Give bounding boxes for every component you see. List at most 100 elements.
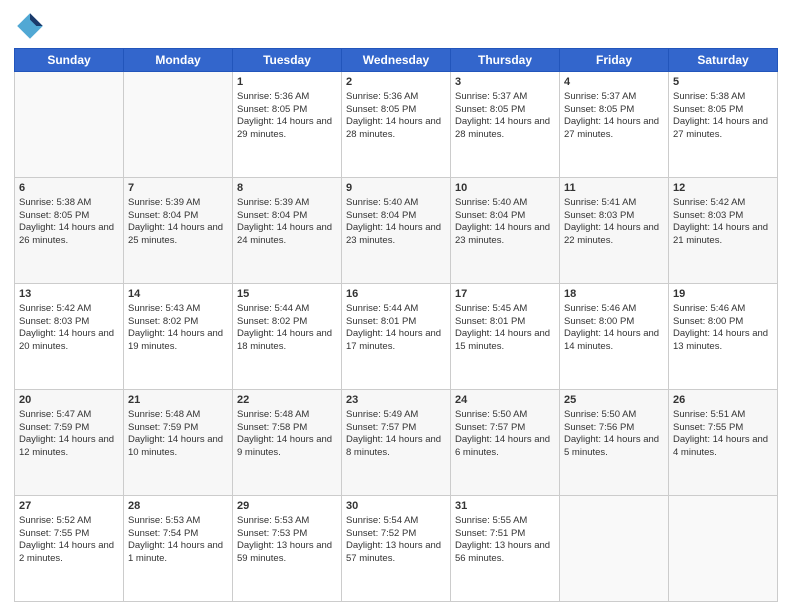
calendar-cell — [124, 72, 233, 178]
calendar-cell: 7Sunrise: 5:39 AMSunset: 8:04 PMDaylight… — [124, 178, 233, 284]
calendar-cell: 30Sunrise: 5:54 AMSunset: 7:52 PMDayligh… — [342, 496, 451, 602]
sunset-text: Sunset: 8:03 PM — [673, 210, 743, 221]
calendar-cell: 19Sunrise: 5:46 AMSunset: 8:00 PMDayligh… — [669, 284, 778, 390]
calendar-cell: 22Sunrise: 5:48 AM Sunset: 7:58 PMDayligh… — [233, 390, 342, 496]
calendar-cell: 21Sunrise: 5:48 AMSunset: 7:59 PMDayligh… — [124, 390, 233, 496]
daylight-text: Daylight: 14 hours and 28 minutes. — [346, 116, 441, 140]
day-number: 5 — [673, 75, 773, 90]
day-number: 4 — [564, 75, 664, 90]
day-number: 24 — [455, 393, 555, 408]
sunset-text: Sunset: 7:55 PM — [19, 528, 89, 539]
daylight-text: Daylight: 14 hours and 19 minutes. — [128, 328, 223, 352]
day-number: 6 — [19, 181, 119, 196]
sunrise-text: Sunrise: 5:44 AM — [237, 303, 309, 314]
sunrise-text: Sunrise: 5:47 AM — [19, 409, 91, 420]
day-number: 8 — [237, 181, 337, 196]
sunrise-text: Sunrise: 5:42 AM — [673, 197, 745, 208]
day-header-sunday: Sunday — [15, 49, 124, 72]
sunrise-text: Sunrise: 5:42 AM — [19, 303, 91, 314]
calendar-week-4: 20Sunrise: 5:47 AMSunset: 7:59 PMDayligh… — [15, 390, 778, 496]
daylight-text: Daylight: 14 hours and 27 minutes. — [564, 116, 659, 140]
calendar-cell: 5Sunrise: 5:38 AMSunset: 8:05 PMDaylight… — [669, 72, 778, 178]
sunrise-text: Sunrise: 5:37 AM — [564, 91, 636, 102]
daylight-text: Daylight: 14 hours and 24 minutes. — [237, 222, 332, 246]
daylight-text: Daylight: 14 hours and 25 minutes. — [128, 222, 223, 246]
calendar-cell — [560, 496, 669, 602]
sunrise-text: Sunrise: 5:48 AM — [237, 409, 309, 420]
sunset-text: Sunset: 8:05 PM — [346, 104, 416, 115]
sunset-text: Sunset: 8:02 PM — [237, 316, 307, 327]
daylight-text: Daylight: 14 hours and 2 minutes. — [19, 540, 114, 564]
calendar-body: 1Sunrise: 5:36 AMSunset: 8:05 PMDaylight… — [15, 72, 778, 602]
calendar-cell — [669, 496, 778, 602]
daylight-text: Daylight: 14 hours and 12 minutes. — [19, 434, 114, 458]
daylight-text: Daylight: 13 hours and 57 minutes. — [346, 540, 441, 564]
sunset-text: Sunset: 8:05 PM — [564, 104, 634, 115]
sunrise-text: Sunrise: 5:55 AM — [455, 515, 527, 526]
daylight-text: Daylight: 14 hours and 23 minutes. — [455, 222, 550, 246]
sunrise-text: Sunrise: 5:53 AM — [237, 515, 309, 526]
daylight-text: Daylight: 13 hours and 59 minutes. — [237, 540, 332, 564]
calendar-cell: 16Sunrise: 5:44 AMSunset: 8:01 PMDayligh… — [342, 284, 451, 390]
sunset-text: Sunset: 8:04 PM — [455, 210, 525, 221]
daylight-text: Daylight: 13 hours and 56 minutes. — [455, 540, 550, 564]
calendar-week-1: 1Sunrise: 5:36 AMSunset: 8:05 PMDaylight… — [15, 72, 778, 178]
sunrise-text: Sunrise: 5:40 AM — [455, 197, 527, 208]
logo — [14, 10, 50, 42]
calendar-table: SundayMondayTuesdayWednesdayThursdayFrid… — [14, 48, 778, 602]
calendar-week-5: 27Sunrise: 5:52 AMSunset: 7:55 PMDayligh… — [15, 496, 778, 602]
calendar-cell: 9Sunrise: 5:40 AMSunset: 8:04 PMDaylight… — [342, 178, 451, 284]
sunrise-text: Sunrise: 5:43 AM — [128, 303, 200, 314]
day-number: 21 — [128, 393, 228, 408]
day-number: 9 — [346, 181, 446, 196]
sunset-text: Sunset: 8:05 PM — [19, 210, 89, 221]
calendar-cell: 6Sunrise: 5:38 AMSunset: 8:05 PMDaylight… — [15, 178, 124, 284]
day-header-friday: Friday — [560, 49, 669, 72]
sunrise-text: Sunrise: 5:52 AM — [19, 515, 91, 526]
sunset-text: Sunset: 7:51 PM — [455, 528, 525, 539]
sunrise-text: Sunrise: 5:49 AM — [346, 409, 418, 420]
sunrise-text: Sunrise: 5:44 AM — [346, 303, 418, 314]
sunset-text: Sunset: 7:59 PM — [128, 422, 198, 433]
sunrise-text: Sunrise: 5:54 AM — [346, 515, 418, 526]
sunset-text: Sunset: 8:05 PM — [673, 104, 743, 115]
day-number: 10 — [455, 181, 555, 196]
day-number: 15 — [237, 287, 337, 302]
daylight-text: Daylight: 14 hours and 23 minutes. — [346, 222, 441, 246]
daylight-text: Daylight: 14 hours and 9 minutes. — [237, 434, 332, 458]
calendar-cell: 28Sunrise: 5:53 AMSunset: 7:54 PMDayligh… — [124, 496, 233, 602]
day-header-thursday: Thursday — [451, 49, 560, 72]
sunset-text: Sunset: 8:04 PM — [237, 210, 307, 221]
daylight-text: Daylight: 14 hours and 6 minutes. — [455, 434, 550, 458]
sunset-text: Sunset: 8:01 PM — [346, 316, 416, 327]
calendar-cell: 11Sunrise: 5:41 AMSunset: 8:03 PMDayligh… — [560, 178, 669, 284]
sunrise-text: Sunrise: 5:39 AM — [237, 197, 309, 208]
day-number: 14 — [128, 287, 228, 302]
logo-icon — [14, 10, 46, 42]
sunrise-text: Sunrise: 5:39 AM — [128, 197, 200, 208]
sunset-text: Sunset: 8:00 PM — [673, 316, 743, 327]
day-number: 31 — [455, 499, 555, 514]
daylight-text: Daylight: 14 hours and 22 minutes. — [564, 222, 659, 246]
sunset-text: Sunset: 8:04 PM — [346, 210, 416, 221]
day-number: 20 — [19, 393, 119, 408]
calendar-cell: 1Sunrise: 5:36 AMSunset: 8:05 PMDaylight… — [233, 72, 342, 178]
sunrise-text: Sunrise: 5:51 AM — [673, 409, 745, 420]
sunrise-text: Sunrise: 5:46 AM — [673, 303, 745, 314]
sunset-text: Sunset: 7:58 PM — [237, 422, 307, 433]
daylight-text: Daylight: 14 hours and 13 minutes. — [673, 328, 768, 352]
daylight-text: Daylight: 14 hours and 1 minute. — [128, 540, 223, 564]
calendar-cell: 23Sunrise: 5:49 AMSunset: 7:57 PMDayligh… — [342, 390, 451, 496]
daylight-text: Daylight: 14 hours and 14 minutes. — [564, 328, 659, 352]
day-number: 17 — [455, 287, 555, 302]
day-number: 28 — [128, 499, 228, 514]
calendar-cell: 4Sunrise: 5:37 AM Sunset: 8:05 PMDaylight… — [560, 72, 669, 178]
daylight-text: Daylight: 14 hours and 10 minutes. — [128, 434, 223, 458]
sunset-text: Sunset: 8:02 PM — [128, 316, 198, 327]
calendar-cell: 10Sunrise: 5:40 AM Sunset: 8:04 PMDayligh… — [451, 178, 560, 284]
day-number: 22 — [237, 393, 337, 408]
sunset-text: Sunset: 7:56 PM — [564, 422, 634, 433]
day-header-saturday: Saturday — [669, 49, 778, 72]
sunrise-text: Sunrise: 5:45 AM — [455, 303, 527, 314]
sunset-text: Sunset: 7:59 PM — [19, 422, 89, 433]
